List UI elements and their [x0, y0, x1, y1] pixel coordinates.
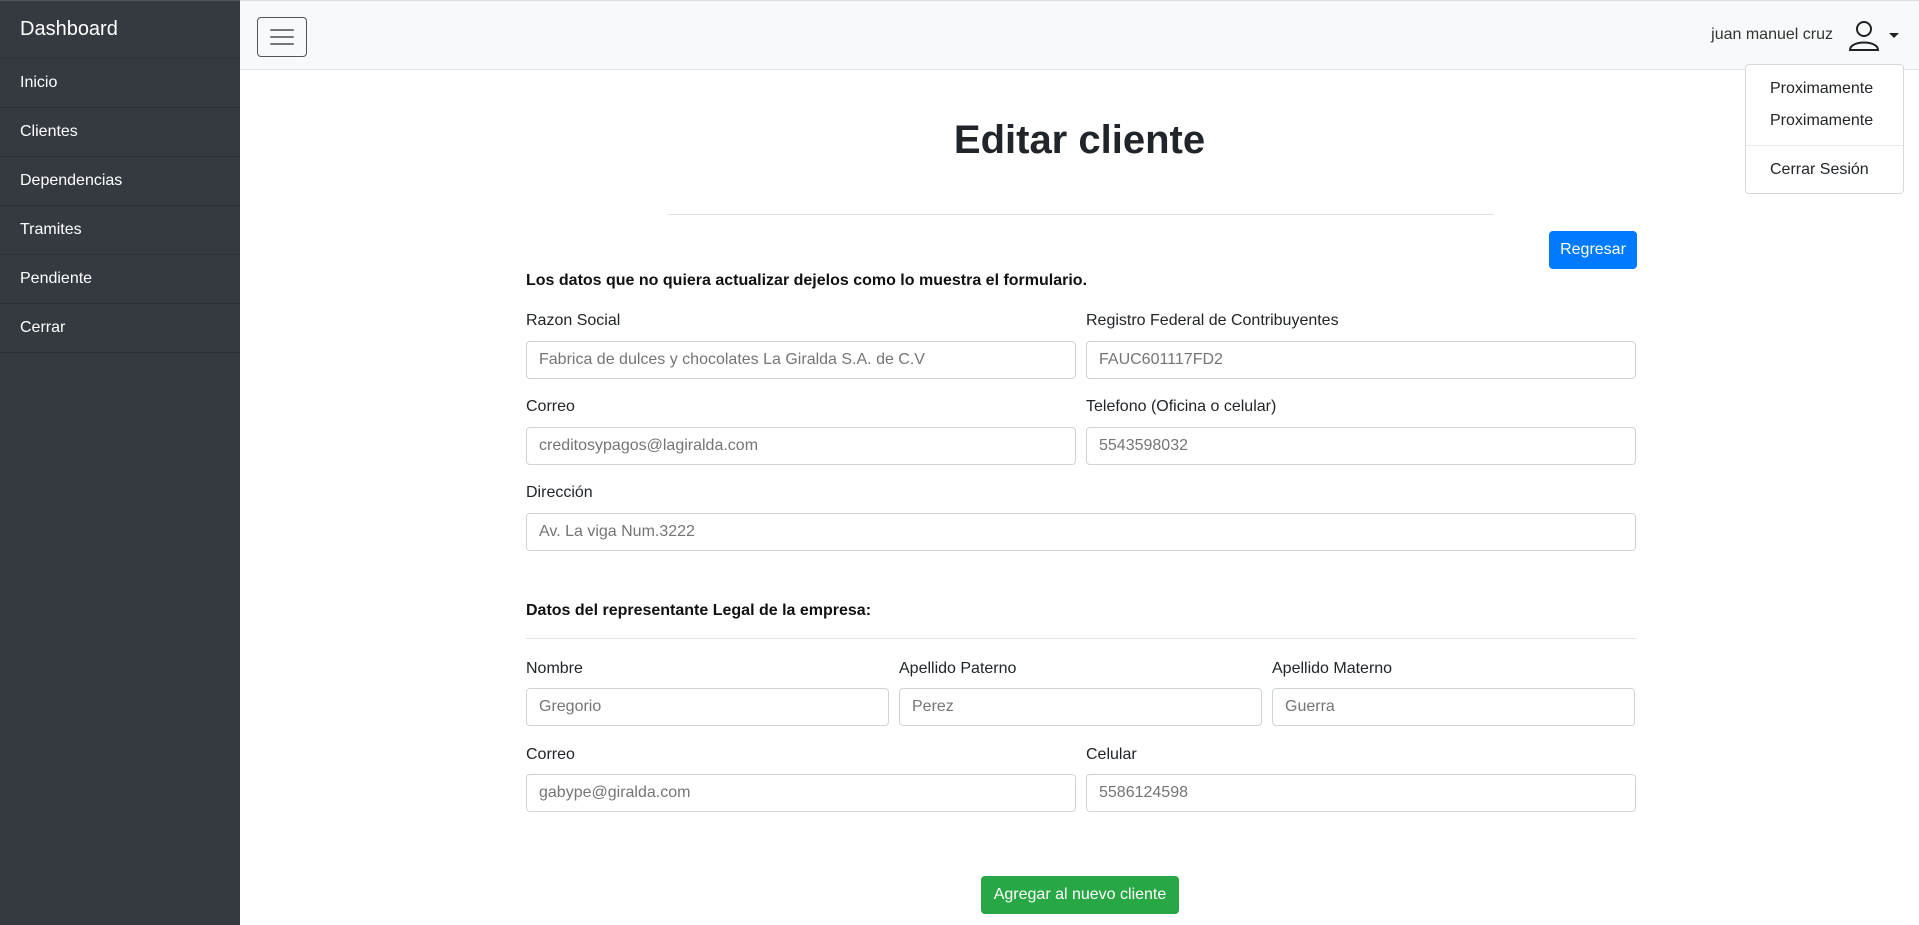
sidebar-item-dependencias[interactable]: Dependencias [0, 157, 240, 206]
direccion-input[interactable] [526, 513, 1636, 551]
rfc-input[interactable] [1086, 341, 1636, 379]
page-title: Editar cliente [953, 118, 1206, 162]
sidebar-brand[interactable]: Dashboard [0, 1, 240, 59]
rfc-label: Registro Federal de Contribuyentes [1086, 312, 1339, 329]
submit-button[interactable]: Agregar al nuevo cliente [981, 876, 1179, 914]
user-name: juan manuel cruz [1711, 26, 1833, 43]
apellido-paterno-label: Apellido Paterno [899, 660, 1017, 677]
chevron-down-icon [1889, 32, 1899, 38]
sidebar-item-tramites[interactable]: Tramites [0, 206, 240, 255]
representative-email-input[interactable] [526, 774, 1076, 812]
celular-label: Celular [1086, 746, 1137, 763]
form-note: Los datos que no quiera actualizar dejel… [526, 272, 1088, 289]
back-button[interactable]: Regresar [1549, 231, 1637, 269]
razon-social-input[interactable] [526, 341, 1076, 379]
razon-social-label: Razon Social [526, 312, 621, 329]
apellido-materno-label: Apellido Materno [1272, 660, 1393, 677]
top-navbar: juan manuel cruz [240, 0, 1919, 70]
telefono-label: Telefono (Oficina o celular) [1086, 398, 1277, 415]
hamburger-icon [270, 29, 294, 31]
sidebar-item-clientes[interactable]: Clientes [0, 108, 240, 157]
representative-heading: Datos del representante Legal de la empr… [526, 602, 872, 619]
user-icon [1848, 21, 1880, 51]
sidebar: Dashboard Inicio Clientes Dependencias T… [0, 0, 240, 925]
company-email-input[interactable] [526, 427, 1076, 465]
sidebar-item-cerrar[interactable]: Cerrar [0, 304, 240, 353]
user-menu-toggle[interactable]: juan manuel cruz [1711, 15, 1899, 55]
section-divider [526, 638, 1636, 639]
nombre-label: Nombre [526, 660, 583, 677]
company-email-label: Correo [526, 398, 575, 415]
apellido-paterno-input[interactable] [899, 688, 1262, 726]
sidebar-toggle-button[interactable] [257, 17, 307, 57]
representative-email-label: Correo [526, 746, 575, 763]
apellido-materno-input[interactable] [1272, 688, 1635, 726]
sidebar-item-inicio[interactable]: Inicio [0, 59, 240, 108]
celular-input[interactable] [1086, 774, 1636, 812]
sidebar-item-pendiente[interactable]: Pendiente [0, 255, 240, 304]
title-divider [668, 214, 1494, 215]
dropdown-item-proximamente-1[interactable]: Proximamente [1746, 73, 1903, 105]
telefono-input[interactable] [1086, 427, 1636, 465]
hamburger-icon [270, 36, 294, 38]
nombre-input[interactable] [526, 688, 889, 726]
direccion-label: Dirección [526, 484, 593, 501]
hamburger-icon [270, 43, 294, 45]
